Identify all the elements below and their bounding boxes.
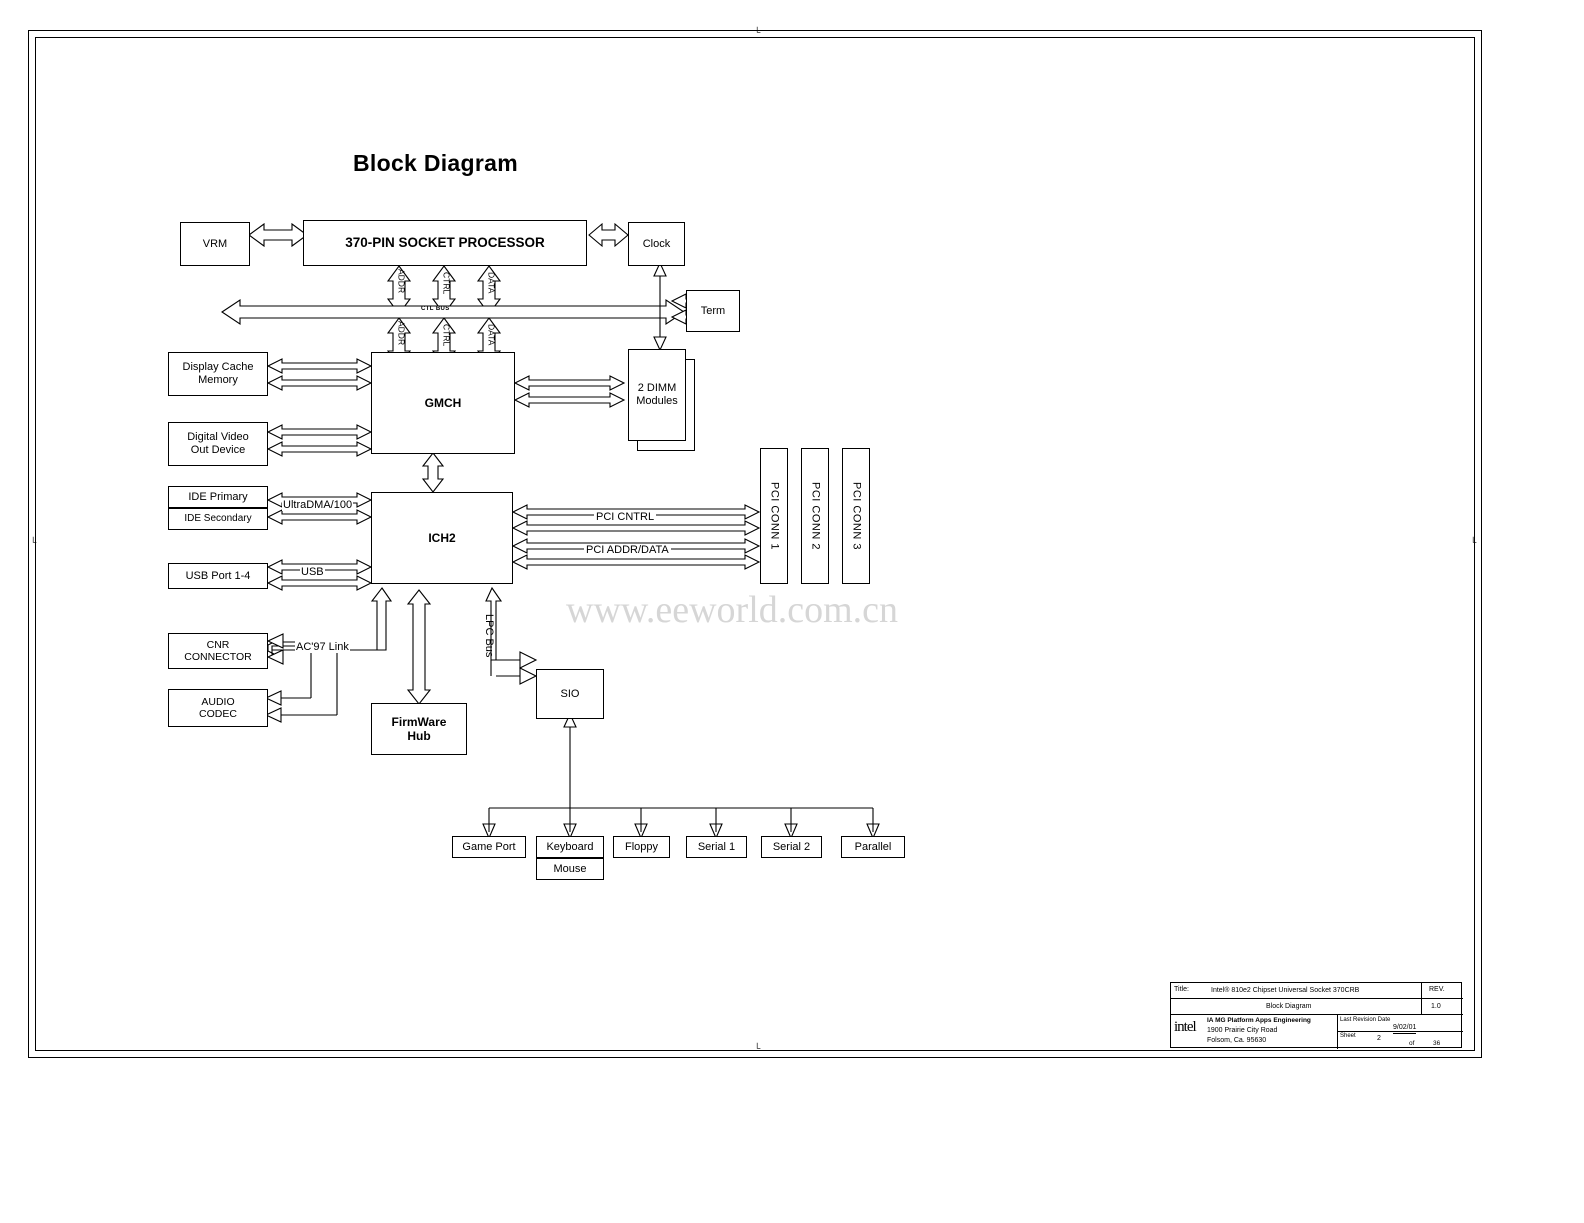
block-ide-primary[interactable]: IDE Primary (168, 486, 268, 508)
block-digital-video-out-device[interactable]: Digital Video Out Device (168, 422, 268, 466)
block-pci-conn-1[interactable]: PCI CONN 1 (760, 448, 788, 584)
intel-logo: intel (1174, 1019, 1197, 1035)
block-cnr-connector[interactable]: CNR CONNECTOR (168, 633, 268, 669)
label-pci-addr-data: PCI ADDR/DATA (584, 544, 671, 557)
revision-value: 9/02/01 (1393, 1024, 1417, 1034)
sheet-label: Sheet (1340, 1033, 1356, 1039)
block-audio-codec[interactable]: AUDIO CODEC (168, 689, 268, 727)
sheet-number: 2 (1377, 1035, 1381, 1042)
label-ctrl-bottom: CTRL (441, 324, 452, 347)
block-pci-conn-3[interactable]: PCI CONN 3 (842, 448, 870, 584)
title-line-1: Intel® 810e2 Chipset Universal Socket 37… (1211, 987, 1360, 994)
block-ich2[interactable]: ICH2 (371, 492, 513, 584)
drawing-frame-inner (35, 37, 1475, 1051)
block-term[interactable]: Term (686, 290, 740, 332)
block-mouse[interactable]: Mouse (536, 858, 604, 880)
rev-value: 1.0 (1431, 1003, 1441, 1010)
label-lpc-bus: LPC Bus (483, 614, 496, 658)
block-gmch[interactable]: GMCH (371, 352, 515, 454)
label-usb: USB (300, 566, 325, 579)
registration-mark-top: └ (754, 27, 761, 37)
block-processor[interactable]: 370-PIN SOCKET PROCESSOR (303, 220, 587, 266)
block-serial-2[interactable]: Serial 2 (761, 836, 822, 858)
registration-mark-left: └ (30, 537, 37, 547)
block-keyboard[interactable]: Keyboard (536, 836, 604, 858)
label-addr-top: ADDR (396, 269, 407, 294)
watermark: www.eeworld.com.cn (566, 589, 899, 631)
revision-label: Last Revision Date (1340, 1017, 1391, 1023)
registration-mark-right: └ (1470, 537, 1477, 547)
block-sio[interactable]: SIO (536, 669, 604, 719)
block-serial-1[interactable]: Serial 1 (686, 836, 747, 858)
label-ctrl-top: CTRL (441, 272, 452, 295)
block-firmware-hub[interactable]: FirmWare Hub (371, 703, 467, 755)
title-block: Title: Intel® 810e2 Chipset Universal So… (1170, 982, 1463, 1049)
sheet-of: of (1409, 1040, 1415, 1047)
sheet-total: 36 (1433, 1040, 1441, 1047)
title-line-2: Block Diagram (1266, 1003, 1312, 1010)
label-pci-cntrl: PCI CNTRL (594, 511, 657, 524)
company-line-3: Folsom, Ca. 95630 (1207, 1037, 1267, 1044)
block-ide-secondary[interactable]: IDE Secondary (168, 508, 268, 530)
block-game-port[interactable]: Game Port (452, 836, 526, 858)
registration-mark-bottom: └ (754, 1043, 761, 1053)
block-usb-port[interactable]: USB Port 1-4 (168, 563, 268, 589)
label-ac97-link: AC'97 Link (295, 641, 350, 654)
label-data-top: DATA (486, 272, 497, 294)
company-line-1: IA MG Platform Apps Engineering (1207, 1017, 1311, 1024)
rev-label: REV. (1429, 986, 1445, 993)
block-floppy[interactable]: Floppy (613, 836, 670, 858)
label-ultradma: UltraDMA/100 (282, 499, 354, 512)
block-pci-conn-2[interactable]: PCI CONN 2 (801, 448, 829, 584)
block-clock[interactable]: Clock (628, 222, 685, 266)
block-diagram-page: └ └ └ └ Block Diagram www.eeworld.com.cn… (0, 0, 1584, 1223)
label-ctl-bus: CTL BUS (421, 306, 450, 312)
block-display-cache-memory[interactable]: Display Cache Memory (168, 352, 268, 396)
page-title: Block Diagram (353, 150, 518, 176)
label-data-bottom: DATA (486, 324, 497, 346)
company-line-2: 1900 Prairie City Road (1207, 1027, 1278, 1034)
title-label: Title: (1174, 986, 1189, 993)
block-dimm-modules[interactable]: 2 DIMM Modules (628, 349, 686, 441)
label-addr-bottom: ADDR (396, 321, 407, 346)
block-vrm[interactable]: VRM (180, 222, 250, 266)
block-parallel[interactable]: Parallel (841, 836, 905, 858)
